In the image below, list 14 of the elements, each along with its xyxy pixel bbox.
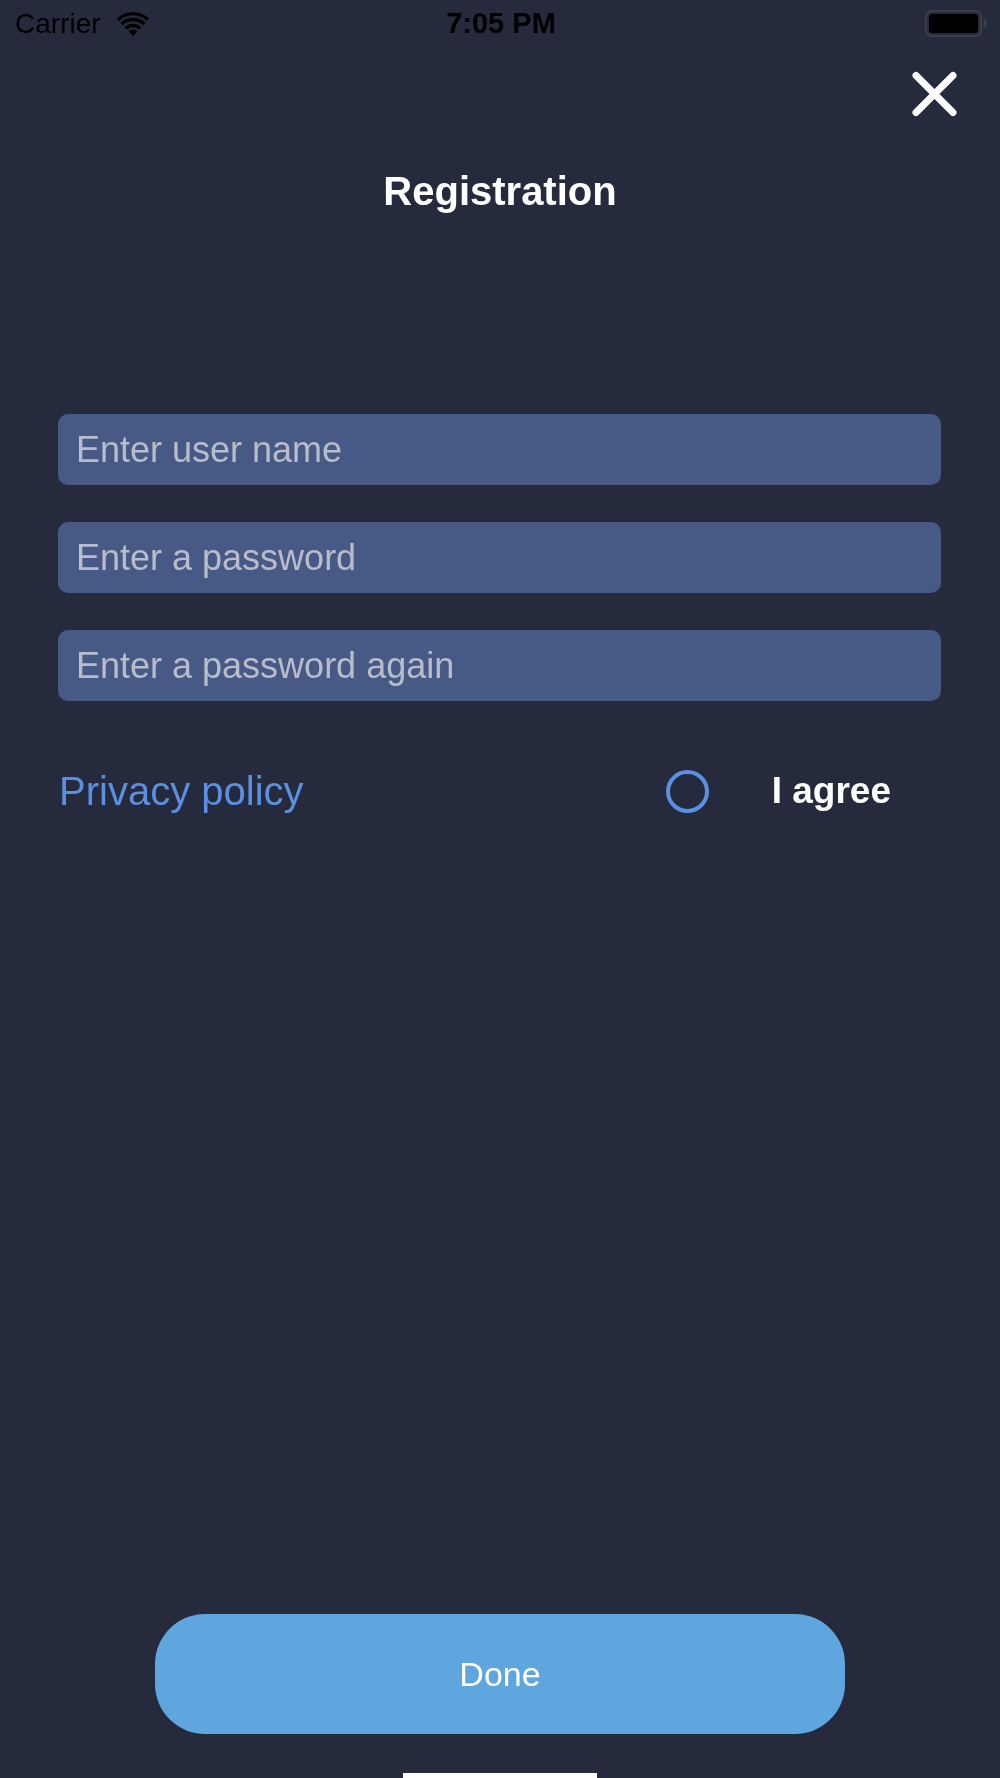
battery-icon (925, 10, 987, 37)
screen-title: Registration (383, 168, 617, 215)
privacy-policy-link[interactable]: Privacy policy (59, 768, 304, 814)
clock-time: 7:05 PM (446, 9, 556, 38)
wifi-icon (116, 11, 149, 36)
done-button[interactable]: Done (155, 1614, 845, 1734)
input-field[interactable]: Enter a password again (58, 630, 941, 701)
close-button[interactable] (911, 71, 958, 117)
agree-label: I agree (771, 770, 891, 812)
close-icon (911, 71, 958, 117)
radio-button[interactable] (665, 769, 709, 813)
input-field[interactable]: Enter a password (58, 522, 941, 593)
input-field[interactable]: Enter user name (58, 414, 941, 485)
carrier-label: Carrier (15, 9, 101, 38)
